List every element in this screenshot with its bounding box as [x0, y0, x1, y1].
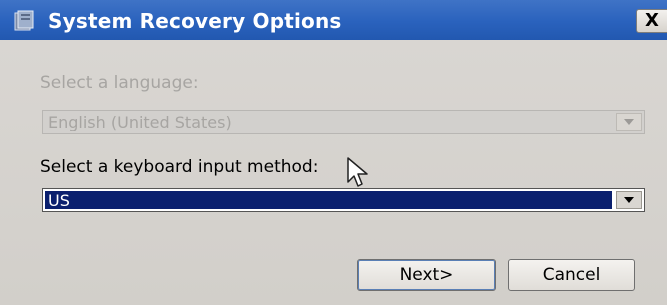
close-button[interactable]: X — [636, 9, 667, 33]
window-title: System Recovery Options — [48, 9, 342, 33]
language-label: Select a language: — [40, 73, 199, 93]
keyboard-dropdown[interactable]: US — [42, 188, 645, 212]
keyboard-dropdown-button[interactable] — [616, 191, 642, 209]
cancel-button[interactable]: Cancel — [508, 259, 635, 291]
language-dropdown: English (United States) — [42, 110, 645, 134]
keyboard-value[interactable]: US — [45, 191, 612, 209]
chevron-down-icon — [624, 119, 634, 125]
recovery-app-icon — [14, 10, 34, 31]
title-bar: System Recovery Options X — [0, 0, 667, 40]
language-value: English (United States) — [48, 113, 232, 131]
dialog-body: Select a language: English (United State… — [0, 40, 667, 305]
mouse-pointer-icon — [347, 157, 368, 187]
keyboard-label: Select a keyboard input method: — [40, 157, 319, 177]
chevron-down-icon — [624, 197, 634, 203]
next-button[interactable]: Next> — [357, 259, 496, 291]
language-dropdown-button — [616, 113, 642, 131]
